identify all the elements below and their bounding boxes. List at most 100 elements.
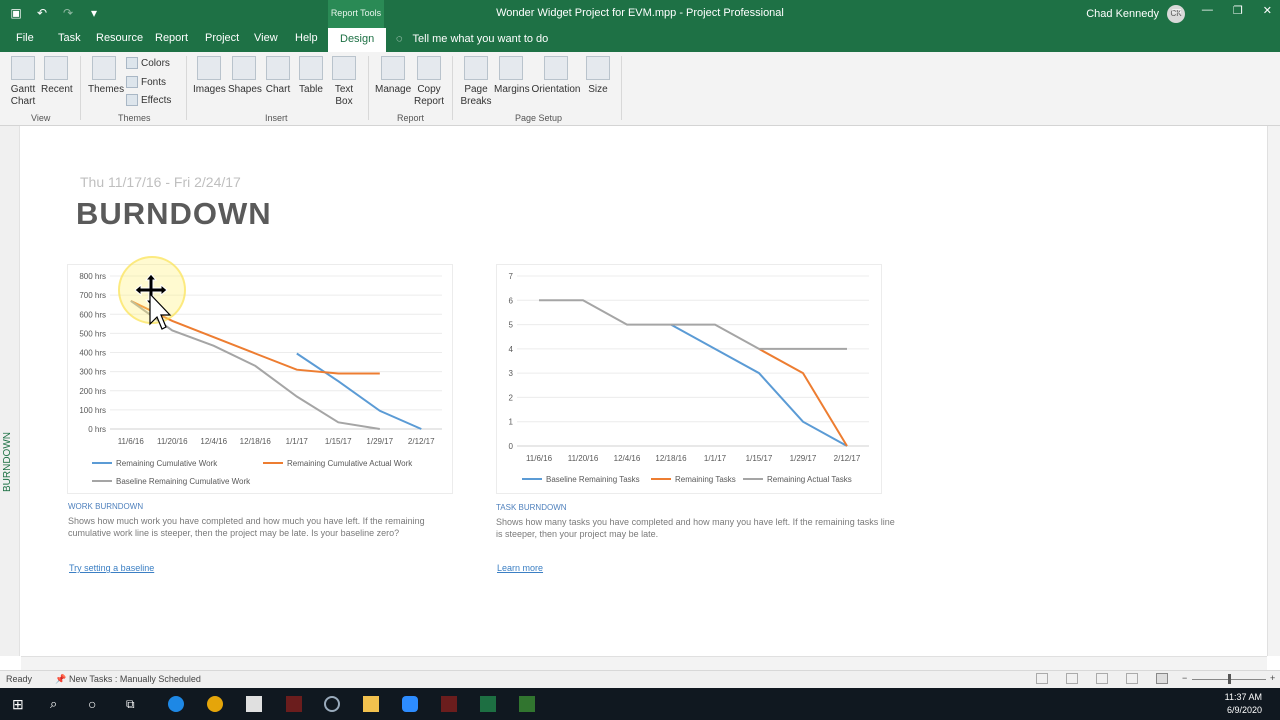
series-line [670,323,848,447]
legend-label: Remaining Actual Tasks [767,475,852,484]
report-date-range[interactable]: Thu 11/17/16 - Fri 2/24/17 [80,174,241,190]
edge-icon[interactable] [168,696,184,712]
zoom-app-icon[interactable] [402,696,418,712]
app-icon[interactable] [286,696,302,712]
text-box-icon [332,56,356,80]
tell-me-box[interactable]: ◌ Tell me what you want to do [396,33,548,45]
recent-button[interactable]: Recent [41,56,73,96]
chart-icon [266,56,290,80]
y-tick-label: 4 [509,345,514,354]
vertical-scrollbar[interactable] [1267,126,1280,656]
tab-project[interactable]: Project [205,32,239,44]
effects-icon [126,94,138,106]
clock-time: 11:37 AM [1224,692,1262,702]
group-label-page-setup: Page Setup [515,113,563,123]
x-tick-label: 11/6/16 [526,454,553,463]
images-icon [197,56,221,80]
system-clock[interactable]: 11:37 AM 6/9/2020 [1225,691,1262,717]
project-icon[interactable] [519,696,535,712]
windows-taskbar: ⊞ ⌕ ○ ⧉ 11:37 AM 6/9/2020 [0,688,1280,720]
learn-more-link[interactable]: Learn more [497,563,543,573]
close-icon[interactable]: ✕ [1263,4,1272,17]
manage-button[interactable]: Manage [375,56,411,96]
app-icon[interactable] [441,696,457,712]
status-ready: Ready [6,674,33,684]
y-tick-label: 0 hrs [88,425,106,434]
page-breaks-button[interactable]: Page Breaks [460,56,492,108]
view-icon[interactable] [1096,673,1108,684]
file-explorer-icon[interactable] [363,696,379,712]
gantt-chart-icon [11,56,35,80]
chart-button[interactable]: Chart [263,56,293,96]
margins-icon [499,56,523,80]
divider [186,56,187,120]
view-icon[interactable] [1126,673,1138,684]
store-icon[interactable] [246,696,262,712]
report-title[interactable]: BURNDOWN [76,196,272,232]
excel-icon[interactable] [480,696,496,712]
orientation-button[interactable]: Orientation [531,56,581,96]
x-tick-label: 1/29/17 [366,437,393,446]
themes-button[interactable]: Themes [88,56,124,96]
colors-button[interactable]: Colors [126,57,170,69]
tab-report[interactable]: Report [155,32,188,44]
horizontal-scrollbar[interactable] [21,656,1267,670]
orientation-icon [544,56,568,80]
x-tick-label: 1/1/17 [286,437,309,446]
x-tick-label: 1/29/17 [790,454,817,463]
divider [452,56,453,120]
fonts-button[interactable]: Fonts [126,76,166,88]
windows-start-icon[interactable]: ⊞ [12,696,28,712]
x-tick-label: 2/12/17 [834,454,861,463]
shapes-button[interactable]: Shapes [228,56,262,96]
ribbon-display-icon[interactable]: ▭ [1172,4,1182,17]
x-tick-label: 12/4/16 [614,454,641,463]
new-tasks-mode[interactable]: New Tasks : Manually Scheduled [69,674,201,684]
tab-help[interactable]: Help [295,32,318,44]
tab-file[interactable]: File [16,32,34,44]
text-box-button[interactable]: Text Box [330,56,358,108]
chrome-icon[interactable] [207,696,223,712]
task-view-icon[interactable]: ⧉ [126,696,142,712]
task-burndown-caption: TASK BURNDOWN [496,503,567,512]
margins-button[interactable]: Margins [494,56,530,96]
zoom-out-icon[interactable]: − [1182,673,1187,683]
tab-view[interactable]: View [254,32,278,44]
view-bar: BURNDOWN [0,126,20,656]
tab-resource[interactable]: Resource [96,32,143,44]
restore-icon[interactable]: ❐ [1233,4,1243,17]
clock-date: 6/9/2020 [1226,705,1262,715]
tab-design[interactable]: Design [328,28,387,52]
task-burndown-chart-frame[interactable]: 0 1 2 3 4 5 6 7 11/6/16 11/20/16 12/4/16 12/18/16 1/… [496,264,882,494]
y-tick-label: 700 hrs [79,291,106,300]
y-tick-label: 2 [509,393,514,402]
tab-task[interactable]: Task [58,32,81,44]
view-icon[interactable] [1036,673,1048,684]
zoom-in-icon[interactable]: + [1270,673,1275,683]
y-tick-label: 100 hrs [79,406,106,415]
work-burndown-description: Shows how much work you have completed a… [68,516,425,538]
minimize-icon[interactable]: — [1202,4,1213,17]
size-icon [586,56,610,80]
view-icon[interactable] [1156,673,1168,684]
obs-icon[interactable] [324,696,340,712]
legend-label: Baseline Remaining Tasks [546,475,640,484]
try-setting-baseline-link[interactable]: Try setting a baseline [69,563,154,573]
group-label-report: Report [397,113,425,123]
copy-report-button[interactable]: Copy Report [413,56,445,108]
y-tick-label: 1 [509,418,514,427]
images-button[interactable]: Images [193,56,226,96]
legend-label: Baseline Remaining Cumulative Work [116,477,251,486]
cortana-icon[interactable]: ○ [88,696,104,712]
table-button[interactable]: Table [297,56,325,96]
search-icon[interactable]: ⌕ [50,696,66,712]
lightbulb-icon: ◌ [396,33,403,45]
gantt-chart-button[interactable]: Gantt Chart [8,56,38,108]
zoom-slider-thumb[interactable] [1228,674,1231,684]
table-icon [299,56,323,80]
user-account[interactable]: Chad Kennedy CK [1086,5,1185,23]
task-burndown-chart[interactable]: 0 1 2 3 4 5 6 7 11/6/16 11/20/16 12/4/16 12/18/16 1/… [497,265,883,495]
effects-button[interactable]: Effects [126,94,171,106]
size-button[interactable]: Size [585,56,611,96]
view-icon[interactable] [1066,673,1078,684]
